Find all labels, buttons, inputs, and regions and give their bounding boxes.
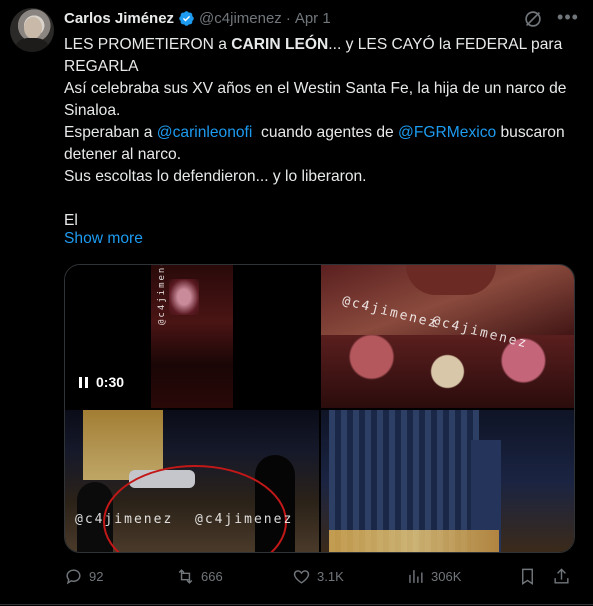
views-count: 306K bbox=[431, 568, 462, 584]
tweet-text-segment: LES PROMETIERON a bbox=[64, 36, 232, 53]
watermark: @c4jimenez bbox=[75, 512, 174, 527]
tweet-line-2: Así celebraba sus XV años en el Westin S… bbox=[64, 80, 567, 119]
tweet-bold-text: CARIN LEÓN bbox=[231, 36, 329, 53]
share-icon bbox=[554, 567, 569, 584]
reply-count: 92 bbox=[89, 568, 104, 584]
avatar-body bbox=[16, 38, 48, 52]
like-button[interactable]: 3.1K bbox=[292, 562, 344, 590]
show-more-link[interactable]: Show more bbox=[64, 230, 143, 248]
media-photo-4[interactable] bbox=[321, 410, 574, 552]
video-duration: 0:30 bbox=[79, 374, 124, 390]
photo-lights bbox=[329, 530, 499, 552]
avatar[interactable] bbox=[10, 8, 54, 52]
tweet-text-segment: Esperaban a bbox=[64, 124, 157, 141]
mention-carinleonofi[interactable]: @carinleonofi bbox=[157, 124, 253, 141]
media-photo-2[interactable]: @c4jimenez @c4jimenez bbox=[321, 265, 574, 408]
divider bbox=[0, 604, 593, 605]
tweet-line-4: Sus escoltas lo defendieron... y lo libe… bbox=[64, 168, 367, 185]
video-light bbox=[169, 279, 199, 315]
photo-arch bbox=[406, 265, 496, 295]
separator-dot: · bbox=[285, 9, 291, 27]
tweet-date[interactable]: Apr 1 bbox=[295, 10, 331, 27]
action-bar: 92 666 3.1K 306K bbox=[64, 562, 574, 590]
repost-icon bbox=[178, 568, 193, 584]
avatar-face bbox=[24, 17, 42, 39]
reply-icon bbox=[66, 568, 81, 584]
media-grid: @c4jimenez 0:30 @c4jimenez @c4jimenez @c… bbox=[64, 264, 575, 553]
watermark: @c4jimenez bbox=[340, 293, 440, 332]
tweet-header: Carlos Jiménez @c4jimenez · Apr 1 bbox=[64, 8, 331, 28]
verified-badge-icon bbox=[179, 10, 194, 26]
photo-flowers bbox=[321, 335, 574, 408]
media-photo-3[interactable]: @c4jimenez @c4jimenez bbox=[65, 410, 319, 552]
tweet-text-segment: cuando agentes de bbox=[252, 124, 399, 141]
mention-fgrmexico[interactable]: @FGRMexico bbox=[398, 124, 496, 141]
tweet-line-3: Esperaban a @carinleonofi cuando agentes… bbox=[64, 122, 574, 166]
bookmark-button[interactable] bbox=[518, 562, 537, 590]
tweet-blank-line bbox=[64, 188, 574, 210]
tweet-card[interactable]: Carlos Jiménez @c4jimenez · Apr 1 ••• LE… bbox=[0, 0, 593, 606]
grok-icon[interactable] bbox=[522, 8, 544, 30]
video-time-label: 0:30 bbox=[96, 374, 125, 390]
repost-count: 666 bbox=[201, 568, 223, 584]
bookmark-icon bbox=[522, 568, 533, 585]
author-name[interactable]: Carlos Jiménez bbox=[64, 10, 174, 27]
views-icon bbox=[409, 569, 423, 583]
views-button[interactable]: 306K bbox=[406, 562, 461, 590]
pause-icon[interactable] bbox=[79, 376, 88, 388]
tweet-line-5: El bbox=[64, 212, 78, 229]
reply-button[interactable]: 92 bbox=[64, 562, 103, 590]
repost-button[interactable]: 666 bbox=[176, 562, 223, 590]
tweet-text: LES PROMETIERON a CARIN LEÓN... y LES CA… bbox=[64, 34, 574, 232]
tweet-line-1: LES PROMETIERON a CARIN LEÓN... y LES CA… bbox=[64, 34, 574, 78]
more-icon[interactable]: ••• bbox=[556, 8, 580, 30]
share-button[interactable] bbox=[552, 562, 571, 590]
like-count: 3.1K bbox=[317, 568, 344, 584]
watermark: @c4jimenez bbox=[195, 512, 294, 527]
watermark: @c4jimenez bbox=[157, 265, 167, 325]
like-icon bbox=[293, 569, 310, 584]
author-handle[interactable]: @c4jimenez bbox=[199, 10, 282, 27]
media-video[interactable]: @c4jimenez 0:30 bbox=[65, 265, 319, 408]
